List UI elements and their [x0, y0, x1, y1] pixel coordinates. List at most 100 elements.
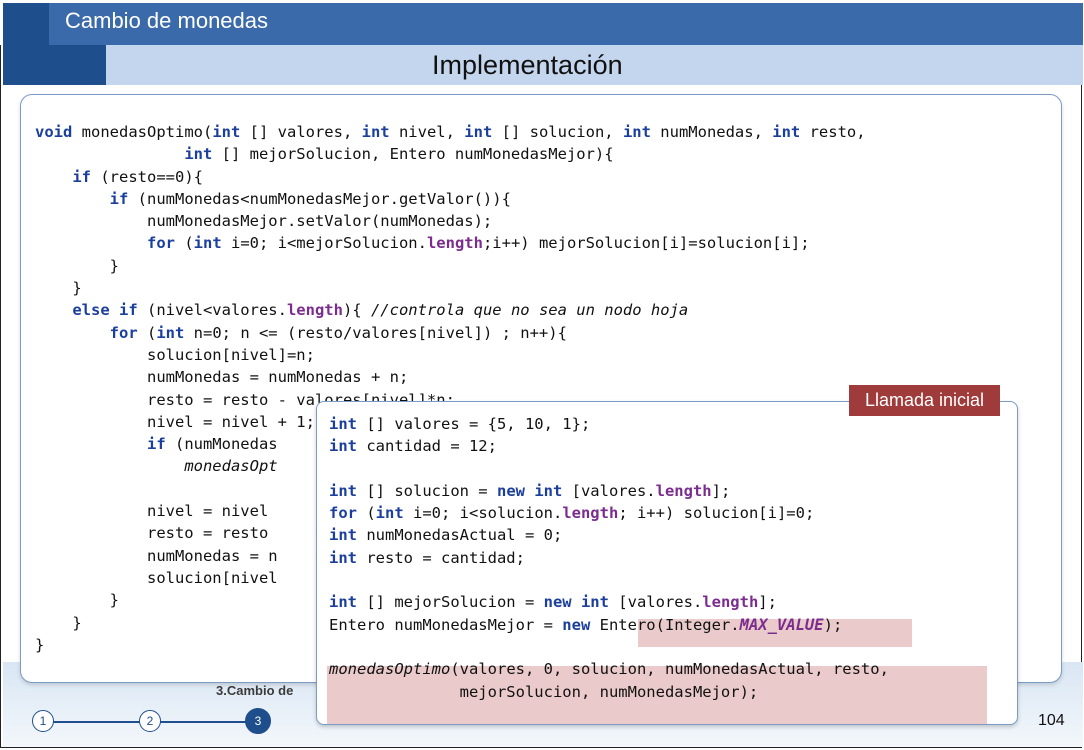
code-line: int [] valores = {5, 10, 1}; [329, 413, 889, 435]
code-text: (resto==0){ [100, 167, 203, 186]
code-keyword: int [193, 234, 231, 253]
code-text: nivel = nivel + 1; [35, 412, 315, 431]
code-text: Entero numMonedasMejor = [329, 615, 563, 634]
code-line: if (numMonedas<numMonedasMejor.getValor(… [35, 188, 866, 210]
code-keyword: if [146, 435, 175, 454]
code-text: mejorSolucion, numMonedasMejor); [329, 682, 759, 701]
code-text: ); [823, 615, 843, 634]
code-text: (numMonedas<numMonedasMejor.getValor()){ [137, 189, 511, 208]
code-text: n=0; n <= (resto/valores[nivel]) ; n++){ [193, 323, 567, 342]
code-text: cantidad = 12; [366, 437, 497, 456]
code-text: resto, [809, 123, 866, 141]
code-text: numMonedas = numMonedas + n; [35, 368, 409, 387]
code-line: int [] mejorSolucion = new int [valores.… [329, 591, 889, 613]
code-line: ​ [329, 458, 889, 480]
code-keyword: int [184, 145, 222, 164]
code-keyword: int [156, 323, 194, 342]
code-keyword: int [772, 123, 810, 141]
code-text: nivel = nivel [35, 502, 269, 521]
code-text: i=0; i<mejorSolucion. [230, 234, 427, 253]
code-line: monedasOptimo(valores, 0, solucion, numM… [329, 658, 889, 680]
code-text: ]; [711, 481, 731, 500]
step-2[interactable]: 2 [139, 710, 161, 732]
code-line: if (resto==0){ [35, 166, 866, 188]
code-line: mejorSolucion, numMonedasMejor); [329, 681, 889, 703]
code-keyword: int [329, 415, 367, 433]
code-line: void monedasOptimo(int [] valores, int n… [35, 121, 866, 143]
section-title: Cambio de monedas [65, 8, 269, 33]
code-text: [valores. [618, 593, 703, 612]
code-keyword: for [146, 234, 185, 253]
code-property: length [286, 301, 343, 320]
code-text: ( [146, 323, 157, 342]
code-line: else if (nivel<valores.length){ //contro… [35, 299, 866, 321]
code-line: solucion[nivel]=n; [35, 344, 866, 366]
code-keyword: int [464, 123, 502, 141]
code-keyword: int [329, 437, 367, 456]
code-text: numMonedasActual = 0; [366, 526, 563, 545]
code-text: ( [184, 234, 194, 253]
code-line: int [] solucion = new int [valores.lengt… [329, 480, 889, 502]
code-line: Entero numMonedasMejor = new Entero(Inte… [329, 614, 889, 636]
code-keyword: int [375, 504, 413, 523]
slide-title: Implementación [432, 50, 623, 80]
initial-call-tag: Llamada inicial [849, 385, 1000, 416]
code-keyword: int [329, 526, 367, 545]
code-text: numMonedas = n [35, 546, 278, 565]
code-comment: //controla que no sea un nodo hoja [370, 301, 689, 320]
code-keyword: new [496, 481, 535, 500]
code-keyword: int [329, 593, 367, 612]
code-line: for (int n=0; n <= (resto/valores[nivel]… [35, 322, 866, 344]
code-text: } [35, 279, 82, 298]
code-text: solucion[nivel]=n; [35, 345, 315, 364]
code-text: } [35, 591, 119, 610]
code-keyword: if [72, 167, 101, 186]
code-text: monedasOpt [184, 457, 278, 476]
code-line: ​ [329, 569, 889, 591]
code-line: } [35, 277, 866, 299]
step-3[interactable]: 3 [245, 708, 271, 734]
code-text: numMonedasMejor.setValor(numMonedas); [35, 212, 493, 231]
code-text: } [35, 635, 45, 654]
code-keyword: new [543, 593, 581, 612]
code-property: MAX_VALUE [739, 615, 824, 634]
step-1[interactable]: 1 [32, 710, 54, 732]
code-keyword: for [329, 504, 367, 523]
code-keyword: void [35, 123, 82, 141]
popup-code-block: int [] valores = {5, 10, 1}; int cantidad… [329, 413, 889, 703]
code-line: int numMonedasActual = 0; [329, 524, 889, 546]
code-text: ( [366, 504, 376, 523]
code-keyword: for [109, 323, 147, 342]
code-keyword: new [562, 615, 600, 634]
code-keyword: int [580, 593, 619, 612]
code-keyword: int [329, 481, 367, 500]
footer-section-label: 3.Cambio de [216, 683, 294, 698]
code-keyword: if [109, 189, 138, 208]
code-text: (numMonedas [174, 435, 278, 454]
code-text: [] mejorSolucion, Entero numMonedasMejor… [221, 145, 614, 164]
code-text: ]; [758, 593, 777, 612]
code-line: } [35, 255, 866, 277]
code-property: length [702, 593, 759, 612]
code-keyword: else if [72, 301, 147, 320]
code-text: [] mejorSolucion = [366, 593, 544, 612]
code-text: monedasOptimo( [81, 123, 213, 141]
slide-title-accent [3, 45, 106, 85]
code-text: [valores. [571, 481, 656, 500]
code-keyword: int [212, 123, 250, 141]
code-keyword: int [622, 123, 661, 141]
code-text: numMonedas, [660, 123, 773, 141]
code-property: length [655, 481, 712, 500]
code-line: for (int i=0; i<mejorSolucion.length;i++… [35, 232, 866, 254]
code-line: int resto = cantidad; [329, 547, 889, 569]
code-text: (valores, 0, solucion, numMonedasActual,… [450, 660, 889, 679]
code-text: monedasOptimo [329, 660, 451, 679]
code-text: resto = cantidad; [366, 548, 525, 567]
code-text: } [35, 256, 119, 275]
